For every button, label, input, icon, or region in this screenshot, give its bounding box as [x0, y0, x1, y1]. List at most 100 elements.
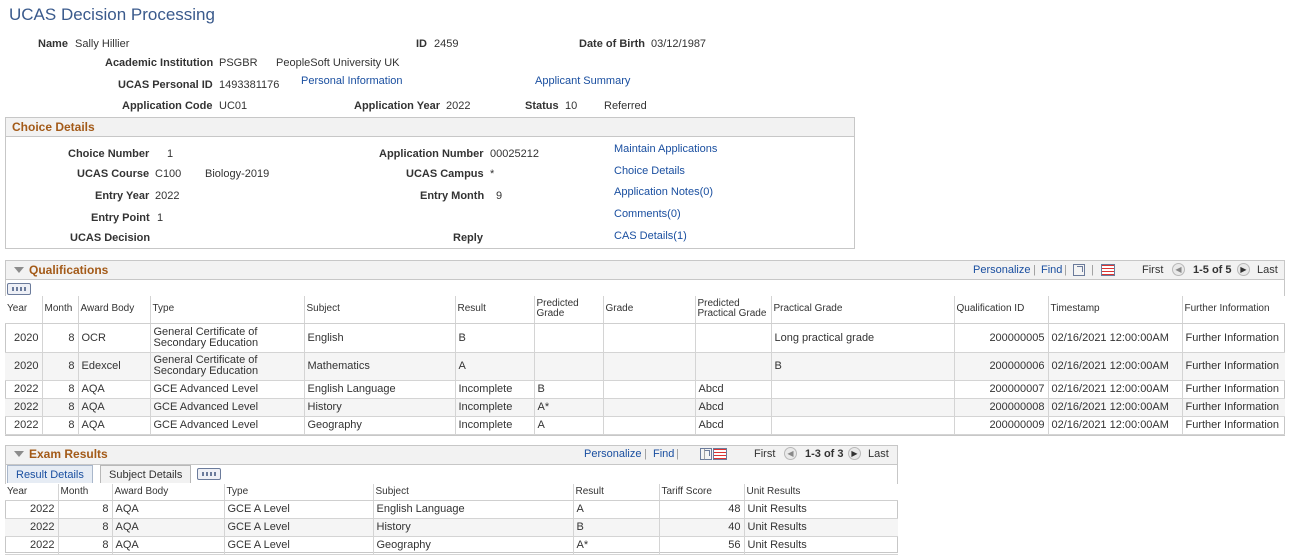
practical-grade-cell	[770, 380, 954, 399]
grade-cell	[602, 380, 695, 399]
col-subject[interactable]: Subject	[303, 296, 455, 324]
col-result[interactable]: Result	[454, 296, 534, 324]
download-grid-icon[interactable]	[1101, 264, 1115, 276]
col-subject[interactable]: Subject	[372, 484, 573, 501]
subject-cell: Geography	[303, 416, 455, 435]
further-information-link[interactable]: Further Information	[1181, 398, 1285, 417]
qualifications-range: 1-5 of 5	[1193, 264, 1232, 276]
col-result[interactable]: Result	[572, 484, 659, 501]
show-all-columns-icon[interactable]	[7, 283, 31, 295]
col-further-information[interactable]: Further Information	[1181, 296, 1285, 324]
entry-year-label: Entry Year	[95, 190, 150, 202]
status-code: 10	[565, 100, 578, 112]
next-arrow-icon[interactable]: ▶	[1237, 263, 1250, 276]
table-row: 2022 8 AQA GCE Advanced Level English La…	[5, 380, 1285, 399]
subject-cell: Geography	[372, 536, 573, 555]
type-cell: GCE Advanced Level	[149, 398, 304, 417]
col-unit-results[interactable]: Unit Results	[743, 484, 898, 501]
further-information-link[interactable]: Further Information	[1181, 416, 1285, 435]
further-information-link[interactable]: Further Information	[1181, 352, 1285, 381]
table-row: 2020 8 Edexcel General Certificate of Se…	[5, 352, 1285, 381]
qualifications-find-link[interactable]: Find	[1041, 264, 1062, 276]
prev-arrow-icon[interactable]: ◀	[1172, 263, 1185, 276]
col-grade[interactable]: Grade	[602, 296, 695, 324]
institution-code: PSGBR	[219, 57, 258, 69]
col-type[interactable]: Type	[223, 484, 373, 501]
exams-personalize-link[interactable]: Personalize	[584, 448, 641, 460]
col-timestamp[interactable]: Timestamp	[1047, 296, 1182, 324]
qualification-id-cell: 200000009	[953, 416, 1048, 435]
personal-information-link[interactable]: Personal Information	[301, 75, 403, 87]
zoom-icon[interactable]	[1073, 264, 1085, 277]
month-cell: 8	[41, 398, 78, 417]
app-code-value: UC01	[219, 100, 248, 112]
cas-details-link[interactable]: CAS Details(1)	[614, 230, 687, 242]
col-award-body[interactable]: Award Body	[111, 484, 224, 501]
col-year[interactable]: Year	[5, 296, 42, 324]
award-body-cell: AQA	[77, 416, 150, 435]
year-cell: 2022	[5, 398, 42, 417]
ucas-campus-label: UCAS Campus	[406, 168, 484, 180]
col-month[interactable]: Month	[41, 296, 78, 324]
ucas-course-label: UCAS Course	[77, 168, 150, 180]
col-qualification-id[interactable]: Qualification ID	[953, 296, 1048, 324]
zoom-icon[interactable]	[700, 448, 713, 461]
further-information-link[interactable]: Further Information	[1181, 323, 1285, 353]
tab-result-details[interactable]: Result Details	[7, 465, 93, 483]
id-value: 2459	[434, 38, 459, 50]
year-cell: 2022	[5, 380, 42, 399]
tab-subject-details[interactable]: Subject Details	[100, 465, 192, 483]
exams-find-link[interactable]: Find	[653, 448, 674, 460]
choice-details-link[interactable]: Choice Details	[614, 165, 685, 177]
type-cell: GCE A Level	[223, 500, 373, 519]
col-month[interactable]: Month	[57, 484, 112, 501]
result-cell: A*	[572, 536, 659, 555]
year-cell: 2022	[5, 500, 58, 519]
month-cell: 8	[57, 518, 112, 537]
unit-results-link[interactable]: Unit Results	[743, 536, 898, 555]
institution-label: Academic Institution	[105, 57, 214, 69]
download-grid-icon[interactable]	[713, 448, 727, 460]
dob-label: Date of Birth	[579, 38, 645, 50]
type-cell: General Certificate of Secondary Educati…	[149, 352, 304, 381]
table-row: 2020 8 OCR General Certificate of Second…	[5, 323, 1285, 353]
separator: |	[1033, 264, 1036, 276]
result-cell: Incomplete	[454, 398, 534, 417]
unit-results-link[interactable]: Unit Results	[743, 500, 898, 519]
tariff-score-cell: 48	[658, 500, 744, 519]
comments-link[interactable]: Comments(0)	[614, 208, 681, 220]
result-cell: Incomplete	[454, 380, 534, 399]
separator: |	[644, 448, 647, 460]
dob-value: 03/12/1987	[651, 38, 707, 50]
applicant-summary-link[interactable]: Applicant Summary	[535, 75, 630, 87]
qualifications-personalize-link[interactable]: Personalize	[973, 264, 1030, 276]
maintain-applications-link[interactable]: Maintain Applications	[614, 143, 717, 155]
year-cell: 2022	[5, 416, 42, 435]
col-type[interactable]: Type	[149, 296, 304, 324]
exams-first: First	[754, 448, 776, 460]
collapse-triangle-icon[interactable]	[14, 267, 24, 273]
name-label: Name	[38, 38, 68, 50]
collapse-triangle-icon[interactable]	[14, 451, 24, 457]
further-information-link[interactable]: Further Information	[1181, 380, 1285, 399]
unit-results-link[interactable]: Unit Results	[743, 518, 898, 537]
show-all-columns-icon[interactable]	[197, 468, 221, 480]
qualification-id-cell: 200000006	[953, 352, 1048, 381]
application-notes-link[interactable]: Application Notes(0)	[614, 186, 713, 198]
practical-grade-cell	[770, 398, 954, 417]
ucas-course-code: C100	[155, 168, 182, 180]
status-label: Status	[525, 100, 559, 112]
col-award-body[interactable]: Award Body	[77, 296, 150, 324]
entry-month-label: Entry Month	[420, 190, 485, 202]
prev-arrow-icon[interactable]: ◀	[784, 447, 797, 460]
separator: |	[703, 448, 706, 460]
col-tariff-score[interactable]: Tariff Score	[658, 484, 744, 501]
award-body-cell: OCR	[77, 323, 150, 353]
app-year-value: 2022	[446, 100, 471, 112]
col-year[interactable]: Year	[5, 484, 58, 501]
next-arrow-icon[interactable]: ▶	[848, 447, 861, 460]
col-practical-grade[interactable]: Practical Grade	[770, 296, 954, 324]
col-predicted-practical-grade[interactable]: Predicted Practical Grade	[694, 296, 771, 324]
result-cell: Incomplete	[454, 416, 534, 435]
col-predicted-grade[interactable]: Predicted Grade	[533, 296, 603, 324]
